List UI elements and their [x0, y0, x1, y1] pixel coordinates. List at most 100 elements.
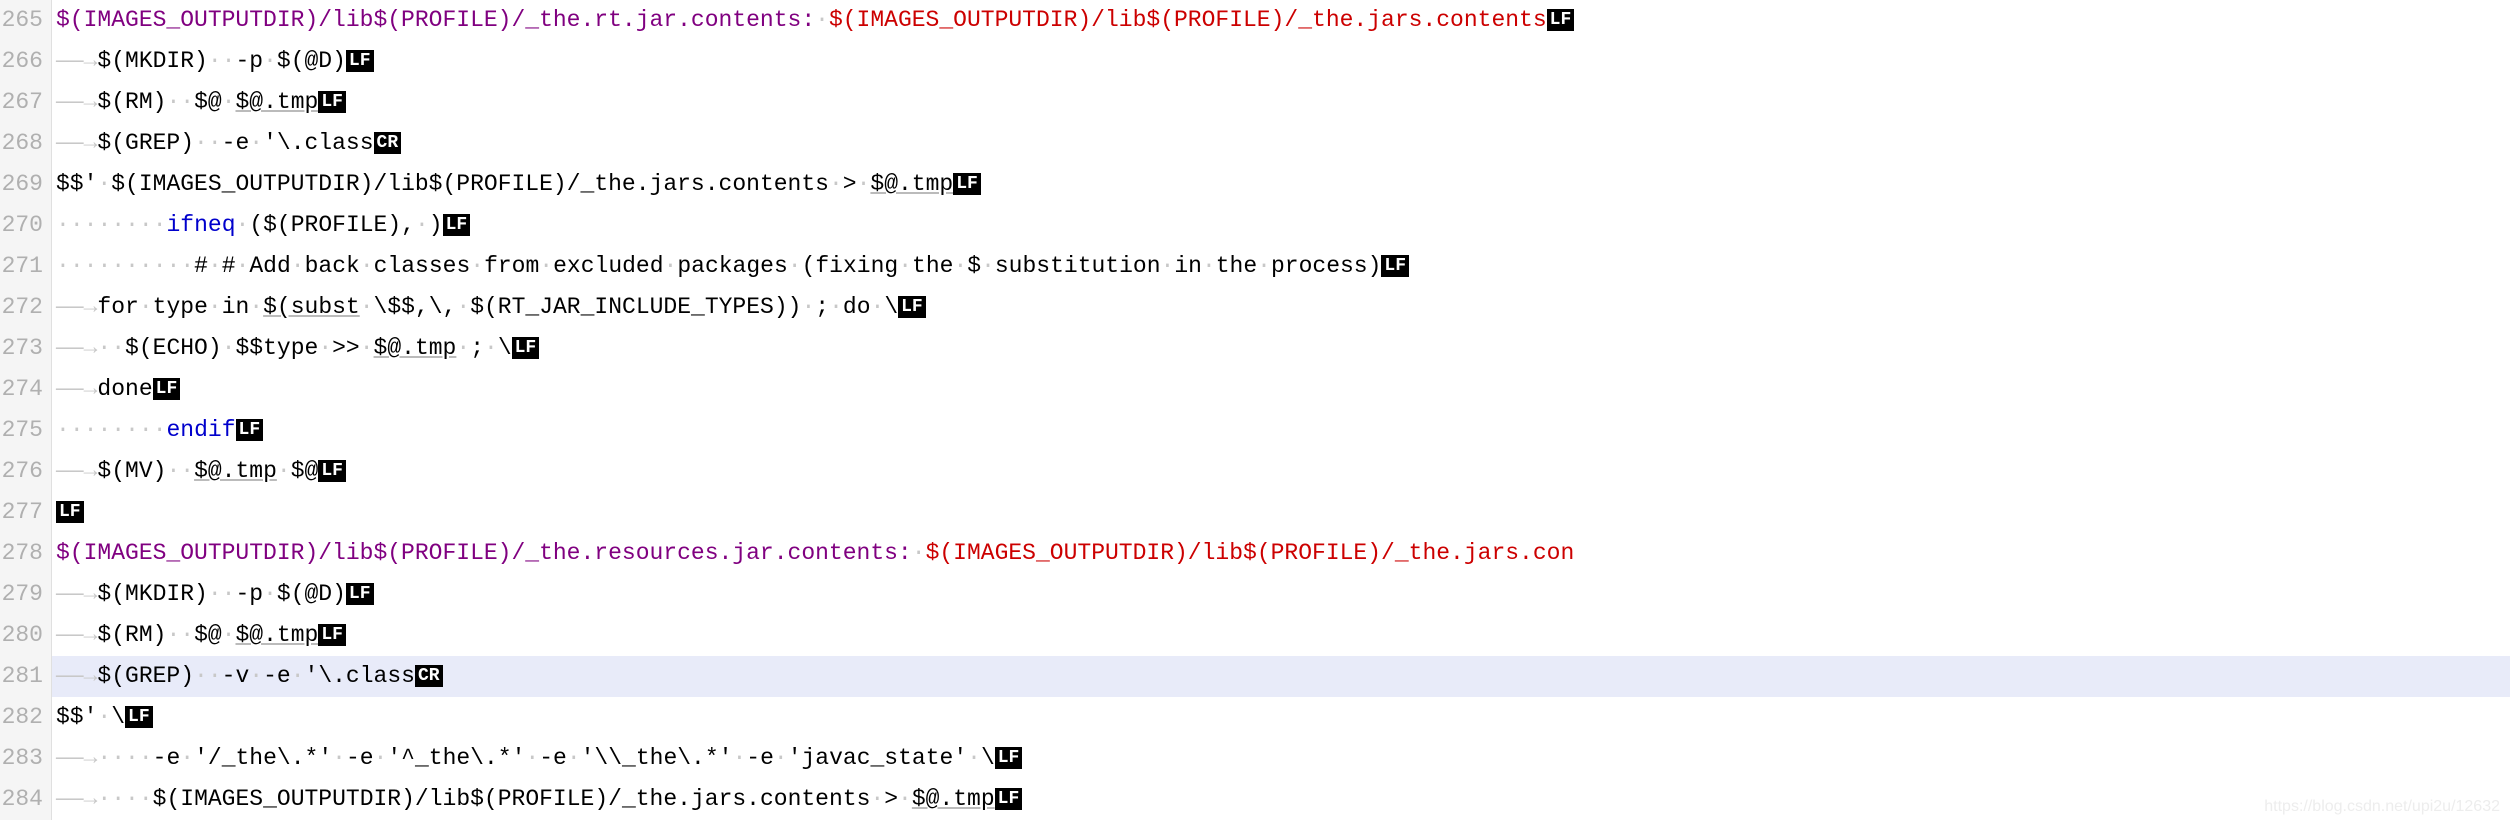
whitespace-space: ·: [70, 253, 84, 279]
code-token: '/_the\.*': [194, 745, 332, 771]
code-line[interactable]: 281——→$(GREP)··-v·-e·'\.classCR: [0, 656, 2510, 697]
code-token: #: [194, 253, 208, 279]
line-content[interactable]: ——→$(RM)··$@·$@.tmpLF: [52, 615, 2510, 656]
whitespace-tab: ——→: [56, 82, 97, 123]
line-content[interactable]: ——→$(MV)··$@.tmp·$@LF: [52, 451, 2510, 492]
code-line[interactable]: 276——→$(MV)··$@.tmp·$@LF: [0, 451, 2510, 492]
code-token: $(GREP): [97, 663, 194, 689]
code-token: the: [912, 253, 953, 279]
line-content[interactable]: ——→$(RM)··$@·$@.tmpLF: [52, 82, 2510, 123]
line-content[interactable]: ——→doneLF: [52, 369, 2510, 410]
code-line[interactable]: 280——→$(RM)··$@·$@.tmpLF: [0, 615, 2510, 656]
code-line[interactable]: 267——→$(RM)··$@·$@.tmpLF: [0, 82, 2510, 123]
code-token: \: [111, 704, 125, 730]
code-line[interactable]: 284——→····$(IMAGES_OUTPUTDIR)/lib$(PROFI…: [0, 779, 2510, 820]
code-token: ;: [815, 294, 829, 320]
whitespace-space: ·: [263, 581, 277, 607]
code-line[interactable]: 265$(IMAGES_OUTPUTDIR)/lib$(PROFILE)/_th…: [0, 0, 2510, 41]
line-number: 279: [0, 574, 52, 615]
line-content[interactable]: $(IMAGES_OUTPUTDIR)/lib$(PROFILE)/_the.r…: [52, 533, 2510, 574]
line-content[interactable]: $$'·\LF: [52, 697, 2510, 738]
line-number: 283: [0, 738, 52, 779]
line-content[interactable]: ——→$(MKDIR)··-p·$(@D)LF: [52, 574, 2510, 615]
code-token: >: [884, 786, 898, 812]
whitespace-space: ·: [277, 458, 291, 484]
line-content[interactable]: ——→$(GREP)··-v·-e·'\.classCR: [52, 656, 2510, 697]
whitespace-space: ·: [194, 130, 208, 156]
code-token: ifneq: [167, 212, 236, 238]
code-token: endif: [167, 417, 236, 443]
whitespace-tab: ——→: [56, 41, 97, 82]
whitespace-space: ·: [70, 212, 84, 238]
code-line[interactable]: 273——→··$(ECHO)·$$type·>>·$@.tmp·;·\LF: [0, 328, 2510, 369]
line-number: 274: [0, 369, 52, 410]
code-line[interactable]: 277LF: [0, 492, 2510, 533]
line-content[interactable]: ——→··$(ECHO)·$$type·>>·$@.tmp·;·\LF: [52, 328, 2510, 369]
line-content[interactable]: ··········#·#·Add·back·classes·from·excl…: [52, 246, 2510, 287]
code-token: ;: [470, 335, 484, 361]
code-token: $(RT_JAR_INCLUDE_TYPES)): [470, 294, 801, 320]
whitespace-tab: ——→: [56, 369, 97, 410]
code-line[interactable]: 268——→$(GREP)··-e·'\.classCR: [0, 123, 2510, 164]
code-token: $: [967, 253, 981, 279]
whitespace-space: ·: [788, 253, 802, 279]
whitespace-space: ·: [360, 294, 374, 320]
whitespace-space: ·: [291, 253, 305, 279]
whitespace-tab: ——→: [56, 738, 97, 779]
whitespace-tab: ——→: [56, 615, 97, 656]
whitespace-space: ·: [967, 745, 981, 771]
code-line[interactable]: 269$$'·$(IMAGES_OUTPUTDIR)/lib$(PROFILE)…: [0, 164, 2510, 205]
whitespace-space: ·: [139, 786, 153, 812]
whitespace-space: ·: [139, 417, 153, 443]
line-content[interactable]: ········endifLF: [52, 410, 2510, 451]
code-token: '\\_the\.*': [581, 745, 733, 771]
whitespace-space: ·: [111, 212, 125, 238]
line-number: 270: [0, 205, 52, 246]
code-editor[interactable]: 265$(IMAGES_OUTPUTDIR)/lib$(PROFILE)/_th…: [0, 0, 2510, 820]
code-token: $(ECHO): [125, 335, 222, 361]
line-number: 267: [0, 82, 52, 123]
code-token: $(@D): [277, 48, 346, 74]
code-line[interactable]: 274——→doneLF: [0, 369, 2510, 410]
code-token: type: [153, 294, 208, 320]
line-content[interactable]: LF: [52, 492, 2510, 533]
whitespace-space: ·: [97, 171, 111, 197]
code-line[interactable]: 282$$'·\LF: [0, 697, 2510, 738]
line-content[interactable]: ——→····-e·'/_the\.*'·-e·'^_the\.*'·-e·'\…: [52, 738, 2510, 779]
whitespace-space: ·: [732, 745, 746, 771]
code-token: >>: [332, 335, 360, 361]
code-line[interactable]: 271··········#·#·Add·back·classes·from·e…: [0, 246, 2510, 287]
eol-lf-marker: LF: [1547, 9, 1575, 31]
whitespace-space: ·: [456, 294, 470, 320]
code-line[interactable]: 283——→····-e·'/_the\.*'·-e·'^_the\.*'·-e…: [0, 738, 2510, 779]
line-number: 280: [0, 615, 52, 656]
line-content[interactable]: ——→$(MKDIR)··-p·$(@D)LF: [52, 41, 2510, 82]
line-number: 269: [0, 164, 52, 205]
code-line[interactable]: 272——→for·type·in·$(subst·\$$,\,·$(RT_JA…: [0, 287, 2510, 328]
whitespace-space: ·: [84, 253, 98, 279]
line-content[interactable]: ——→····$(IMAGES_OUTPUTDIR)/lib$(PROFILE)…: [52, 779, 2510, 820]
line-content[interactable]: $$'·$(IMAGES_OUTPUTDIR)/lib$(PROFILE)/_t…: [52, 164, 2510, 205]
line-content[interactable]: ——→for·type·in·$(subst·\$$,\,·$(RT_JAR_I…: [52, 287, 2510, 328]
code-line[interactable]: 270········ifneq·($(PROFILE),·)LF: [0, 205, 2510, 246]
code-token: >: [843, 171, 857, 197]
code-token: '\.class: [263, 130, 373, 156]
whitespace-space: ·: [815, 7, 829, 33]
code-token: in: [1174, 253, 1202, 279]
code-token: \: [498, 335, 512, 361]
code-line[interactable]: 275········endifLF: [0, 410, 2510, 451]
line-number: 266: [0, 41, 52, 82]
line-content[interactable]: $(IMAGES_OUTPUTDIR)/lib$(PROFILE)/_the.r…: [52, 0, 2510, 41]
whitespace-space: ·: [180, 622, 194, 648]
code-line[interactable]: 266——→$(MKDIR)··-p·$(@D)LF: [0, 41, 2510, 82]
code-token: $(MV): [97, 458, 166, 484]
code-token: \: [884, 294, 898, 320]
line-content[interactable]: ——→$(GREP)··-e·'\.classCR: [52, 123, 2510, 164]
code-token: '^_the\.*': [387, 745, 525, 771]
whitespace-space: ·: [84, 212, 98, 238]
line-number: 276: [0, 451, 52, 492]
line-content[interactable]: ········ifneq·($(PROFILE),·)LF: [52, 205, 2510, 246]
code-line[interactable]: 278$(IMAGES_OUTPUTDIR)/lib$(PROFILE)/_th…: [0, 533, 2510, 574]
code-line[interactable]: 279——→$(MKDIR)··-p·$(@D)LF: [0, 574, 2510, 615]
code-token: $(IMAGES_OUTPUTDIR)/lib$(PROFILE)/_the.j…: [111, 171, 829, 197]
